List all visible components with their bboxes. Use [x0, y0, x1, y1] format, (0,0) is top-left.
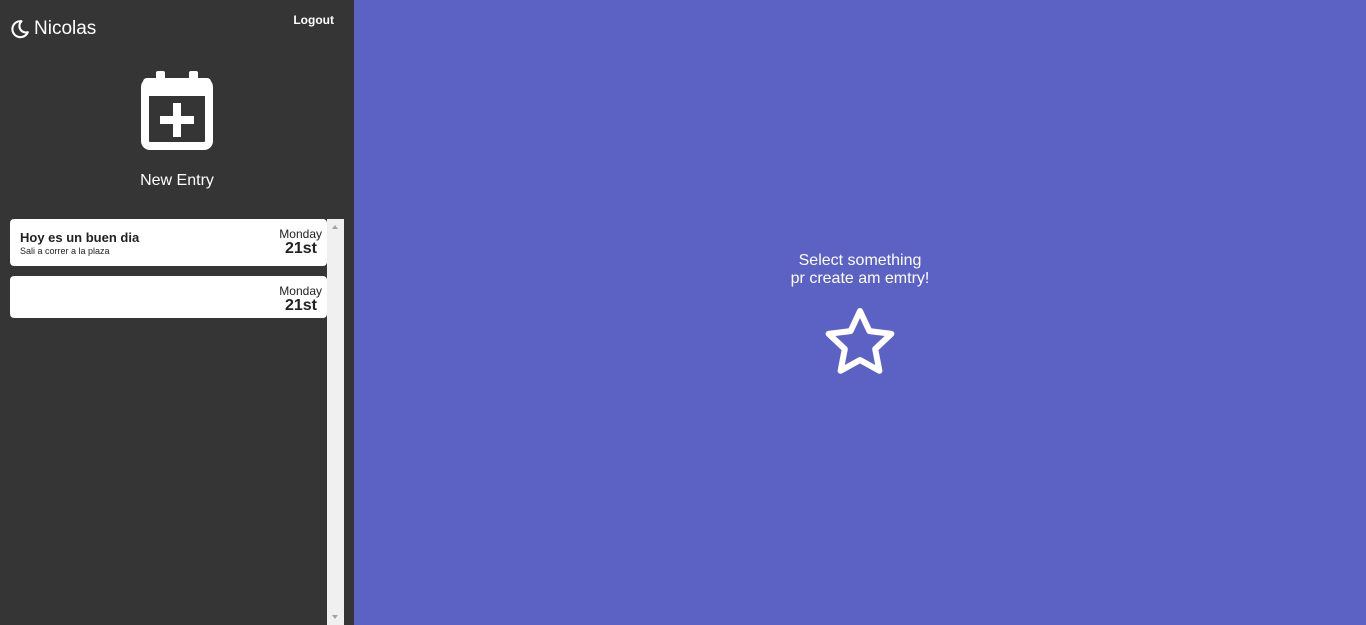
empty-state-message: Select something pr create am emtry!: [354, 252, 1366, 288]
star-icon: [825, 308, 895, 374]
entry-list: Hoy es un buen dia Sali a correr a la pl…: [0, 219, 344, 625]
new-entry-label: New Entry: [140, 172, 214, 189]
entry-date: 21st: [284, 240, 317, 257]
list-item[interactable]: Monday 21st: [10, 276, 327, 318]
moon-icon: [11, 20, 29, 39]
user-name: Nicolas: [34, 18, 97, 39]
entry-list-scrollbar[interactable]: [327, 219, 344, 625]
entry-day: Monday: [279, 227, 322, 241]
journal-app: Nicolas Logout New Entry Hoy es un buen …: [0, 0, 1366, 625]
new-entry-button[interactable]: New Entry: [0, 70, 354, 190]
entry-day: Monday: [279, 284, 322, 298]
entry-date: 21st: [284, 297, 317, 314]
list-item[interactable]: Hoy es un buen dia Sali a correr a la pl…: [10, 219, 327, 266]
scroll-down-arrow-icon[interactable]: [332, 615, 338, 619]
scroll-up-arrow-icon[interactable]: [332, 225, 338, 229]
sidebar: Nicolas Logout New Entry Hoy es un buen …: [0, 0, 354, 625]
entry-body: Sali a correr a la plaza: [20, 246, 110, 256]
calendar-plus-icon: [141, 71, 213, 150]
empty-state-line-1: Select something: [798, 252, 922, 269]
empty-state-line-2: pr create am emtry!: [790, 270, 930, 287]
logout-button[interactable]: Logout: [293, 13, 334, 27]
main-panel: Select something pr create am emtry!: [354, 0, 1366, 625]
user-brand: Nicolas: [10, 18, 96, 40]
entry-title: Hoy es un buen dia: [20, 230, 140, 245]
